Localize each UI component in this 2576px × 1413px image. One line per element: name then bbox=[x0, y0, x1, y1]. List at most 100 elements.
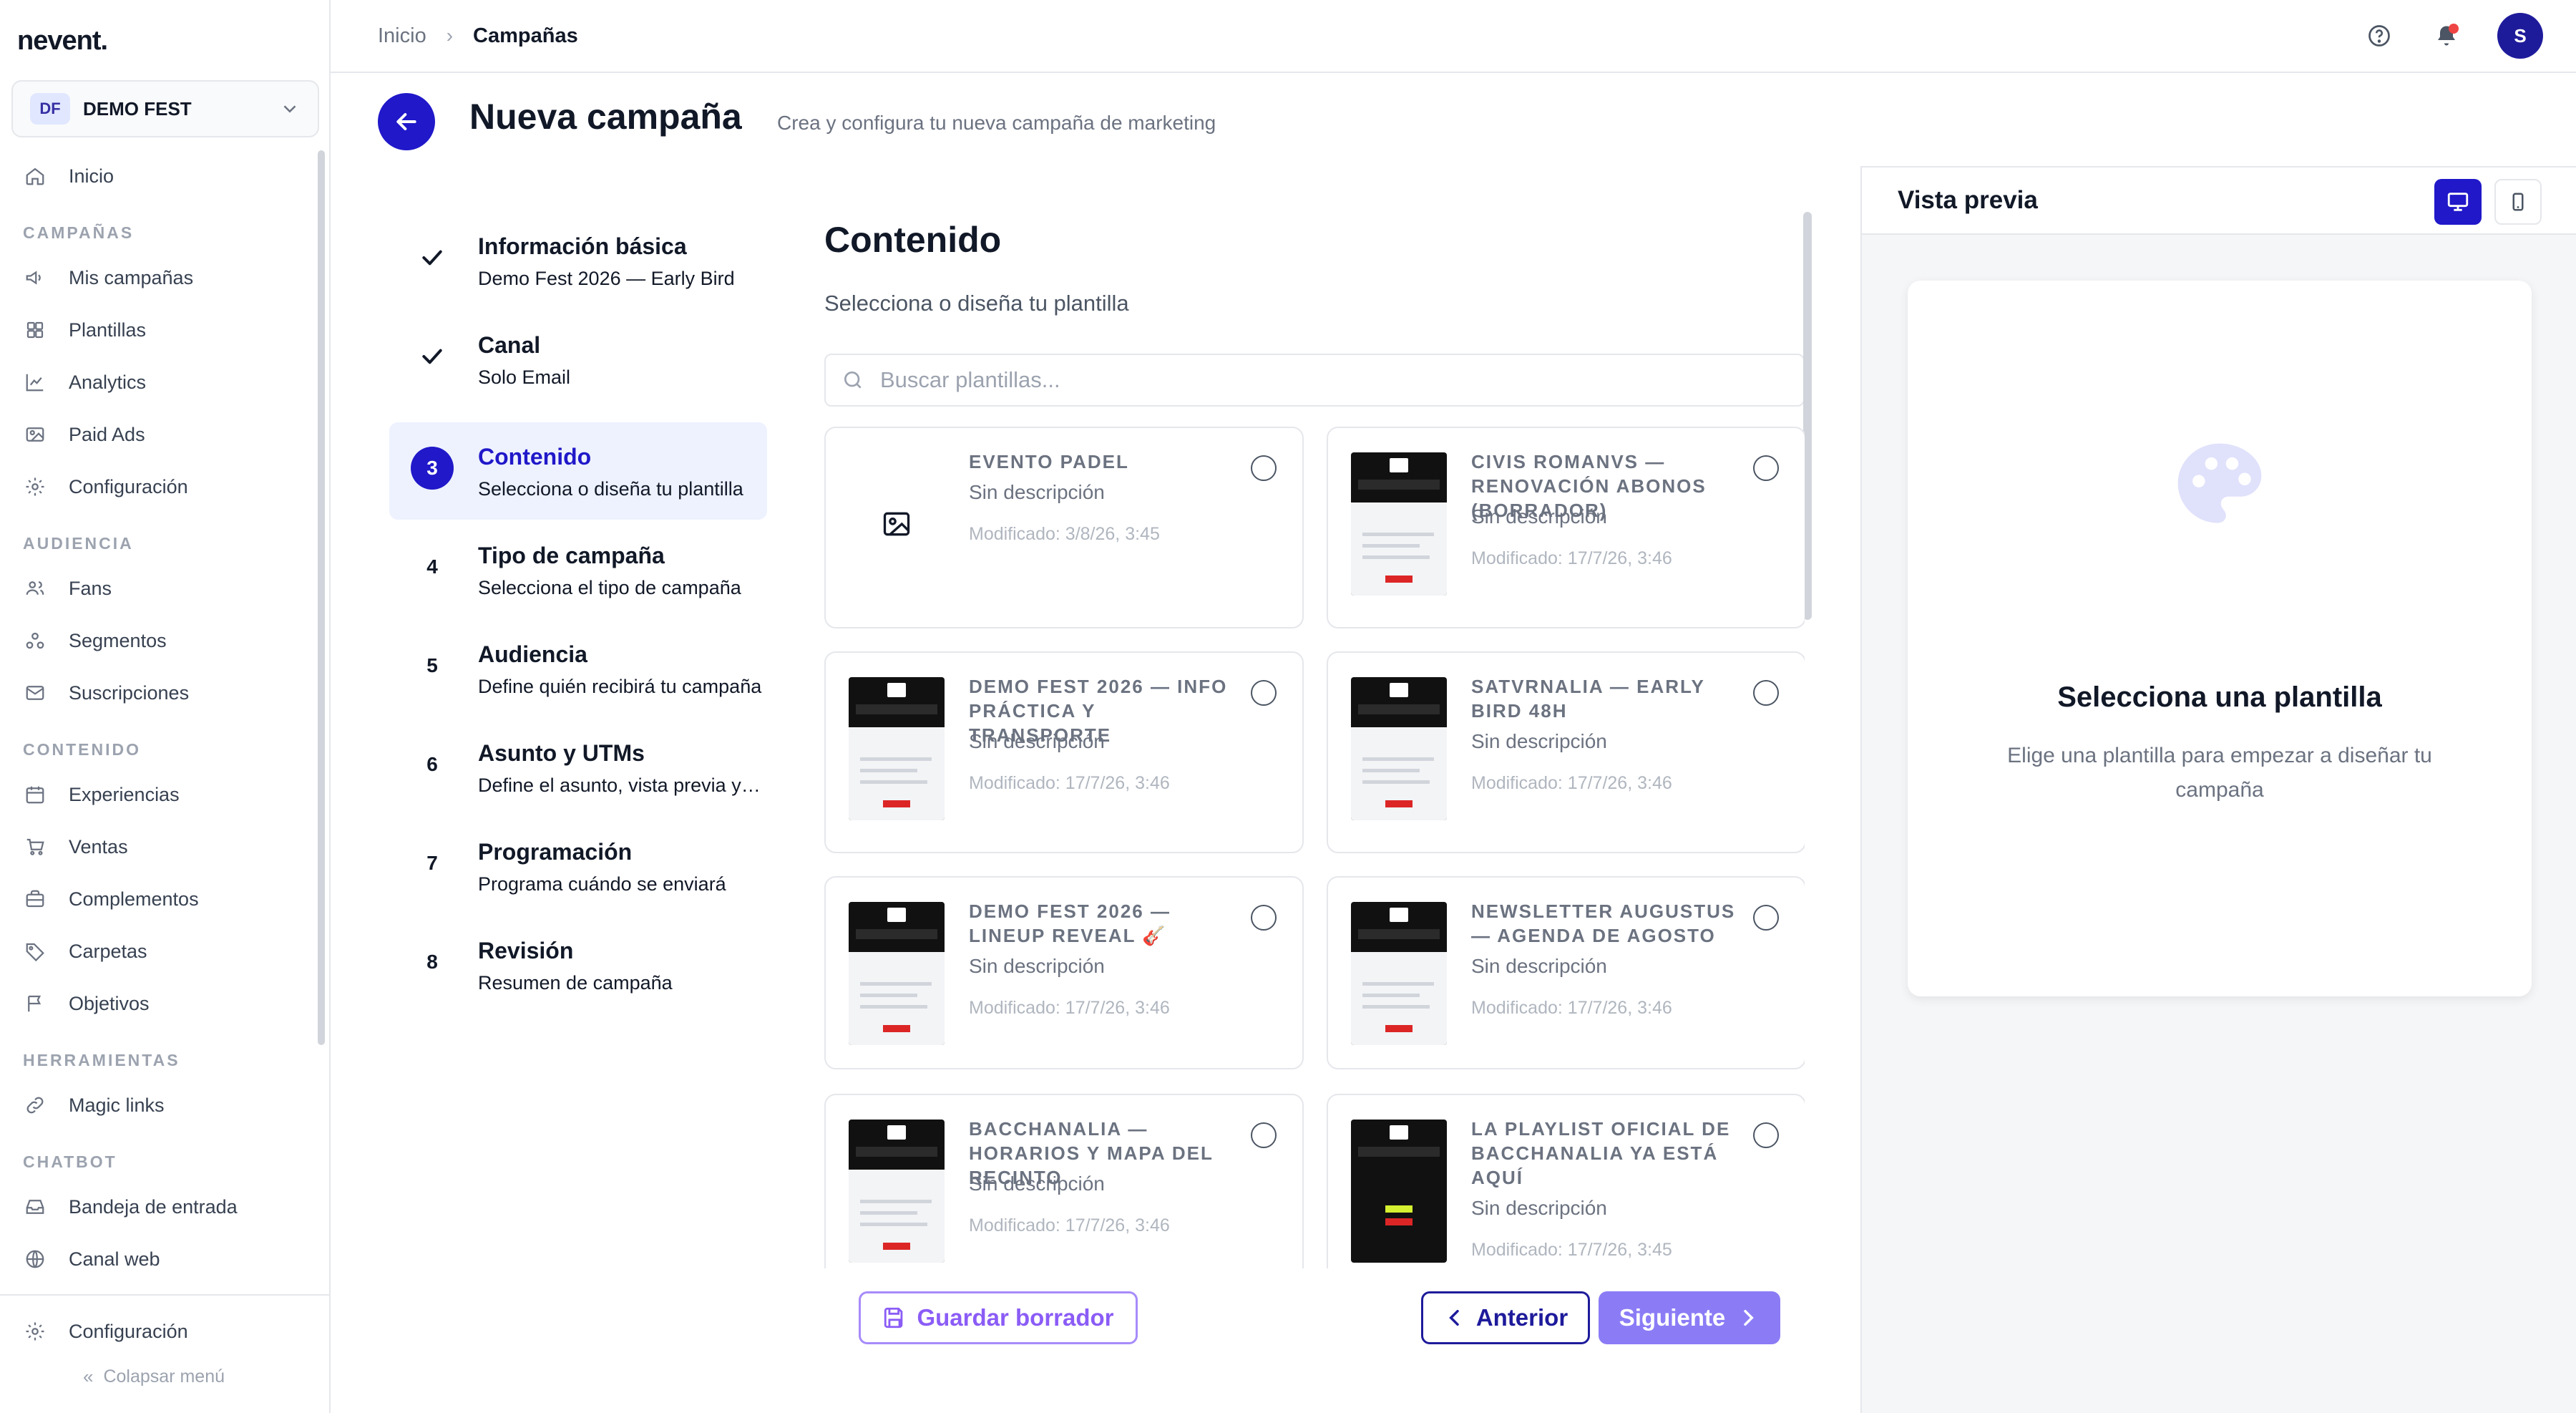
wizard-step[interactable]: 6 Asunto y UTMs Define el asunto, vista pr… bbox=[389, 719, 767, 816]
step-subtitle: Define quién recibirá tu campaña bbox=[478, 676, 762, 697]
sidebar-item-magic-links[interactable]: Magic links bbox=[23, 1085, 309, 1125]
template-card[interactable]: DEMO FEST 2026 — INFO PRÁCTICA Y TRANSPO… bbox=[824, 651, 1304, 853]
wizard-step[interactable]: 5 Audiencia Define quién recibirá tu campa… bbox=[389, 620, 767, 717]
previous-button[interactable]: Anterior bbox=[1421, 1291, 1590, 1344]
sidebar-item-objetivos[interactable]: Objetivos bbox=[23, 984, 309, 1024]
sidebar-item-carpetas[interactable]: Carpetas bbox=[23, 931, 309, 971]
template-card[interactable]: CIVIS ROMANVS — RENOVACIÓN ABONOS (BORRA… bbox=[1327, 427, 1805, 628]
globe-icon bbox=[23, 1247, 47, 1271]
template-description: Sin descripción bbox=[1471, 955, 1607, 977]
sidebar-item-plantillas[interactable]: Plantillas bbox=[23, 310, 309, 350]
wizard-step[interactable]: 7 Programación Programa cuándo se enviará bbox=[389, 817, 767, 915]
breadcrumb-current: Campañas bbox=[473, 24, 578, 47]
template-card[interactable]: BACCHANALIA — HORARIOS Y MAPA DEL RECINT… bbox=[824, 1094, 1304, 1268]
template-select-radio[interactable] bbox=[1251, 455, 1277, 481]
template-select-radio[interactable] bbox=[1753, 905, 1779, 931]
template-modified-date: Modificado: 3/8/26, 3:45 bbox=[969, 524, 1160, 544]
step-subtitle: Selecciona o diseña tu plantilla bbox=[478, 478, 743, 500]
sidebar-item-label: Complementos bbox=[69, 888, 199, 910]
mobile-preview-button[interactable] bbox=[2494, 179, 2542, 225]
sidebar-item-inicio[interactable]: Inicio bbox=[23, 156, 309, 196]
sidebar-item-canal-web[interactable]: Canal web bbox=[23, 1239, 309, 1279]
template-title: NEWSLETTER AUGUSTUS — AGENDA DE AGOSTO bbox=[1471, 900, 1736, 946]
save-draft-button[interactable]: Guardar borrador bbox=[859, 1291, 1138, 1344]
step-subtitle: Demo Fest 2026 — Early Bird bbox=[478, 268, 735, 289]
template-thumbnail bbox=[1351, 452, 1447, 596]
previous-label: Anterior bbox=[1475, 1304, 1568, 1331]
next-button[interactable]: Siguiente bbox=[1599, 1291, 1780, 1344]
wizard-step[interactable]: Canal Solo Email bbox=[389, 311, 767, 408]
template-select-radio[interactable] bbox=[1753, 455, 1779, 481]
topbar: Inicio › Campañas S bbox=[331, 0, 2576, 73]
search-icon bbox=[844, 372, 862, 389]
sidebar-item-label: Paid Ads bbox=[69, 423, 145, 445]
notification-dot bbox=[2449, 24, 2459, 34]
help-icon bbox=[2368, 25, 2390, 47]
org-switcher[interactable]: DF DEMO FEST bbox=[11, 80, 319, 137]
sidebar-item-fans[interactable]: Fans bbox=[23, 568, 309, 608]
sidebar-scrollbar[interactable] bbox=[318, 150, 325, 1045]
sidebar-item-label: Plantillas bbox=[69, 319, 147, 341]
search-input[interactable] bbox=[880, 367, 1739, 393]
sidebar-item-label: Configuración bbox=[69, 1320, 188, 1342]
sidebar-item-label: Carpetas bbox=[69, 940, 147, 962]
template-select-radio[interactable] bbox=[1251, 905, 1277, 931]
template-card[interactable]: SATVRNALIA — EARLY BIRD 48H Sin descripci… bbox=[1327, 651, 1805, 853]
line-chart-icon bbox=[23, 370, 47, 394]
sidebar-item-ventas[interactable]: Ventas bbox=[23, 827, 309, 867]
template-card[interactable]: NEWSLETTER AUGUSTUS — AGENDA DE AGOSTO Si… bbox=[1327, 876, 1805, 1069]
sidebar-item-label: Bandeja de entrada bbox=[69, 1195, 238, 1218]
sidebar-item-bandeja[interactable]: Bandeja de entrada bbox=[23, 1187, 309, 1227]
template-modified-date: Modificado: 17/7/26, 3:46 bbox=[969, 773, 1170, 793]
desktop-preview-button[interactable] bbox=[2434, 179, 2482, 225]
sidebar-item-label: Ventas bbox=[69, 835, 128, 858]
step-title: Información básica bbox=[478, 233, 687, 259]
breadcrumb-home[interactable]: Inicio bbox=[378, 24, 426, 48]
wizard-step[interactable]: Información básica Demo Fest 2026 — Early… bbox=[389, 212, 767, 309]
template-description: Sin descripción bbox=[969, 955, 1105, 977]
wizard-step[interactable]: 8 Revisión Resumen de campaña bbox=[389, 916, 767, 1014]
sidebar-section-audiencia: AUDIENCIA bbox=[23, 534, 134, 553]
collapse-menu-button[interactable]: « Colapsar menú bbox=[83, 1366, 225, 1388]
template-select-radio[interactable] bbox=[1251, 1122, 1277, 1148]
collapse-menu-label: Colapsar menú bbox=[103, 1366, 225, 1387]
wizard-step[interactable]: 4 Tipo de campaña Selecciona el tipo de ca… bbox=[389, 521, 767, 618]
sidebar-item-label: Segmentos bbox=[69, 629, 167, 651]
template-card[interactable]: EVENTO PADEL Sin descripción Modificado: 3… bbox=[824, 427, 1304, 628]
sidebar-item-mis-campanas[interactable]: Mis campañas bbox=[23, 258, 309, 298]
sidebar-item-complementos[interactable]: Complementos bbox=[23, 879, 309, 919]
sidebar-item-segmentos[interactable]: Segmentos bbox=[23, 621, 309, 661]
step-number: 4 bbox=[426, 555, 438, 578]
template-modified-date: Modificado: 17/7/26, 3:46 bbox=[1471, 998, 1672, 1018]
template-description: Sin descripción bbox=[969, 481, 1105, 503]
template-card[interactable]: LA PLAYLIST OFICIAL DE BACCHANALIA YA ES… bbox=[1327, 1094, 1805, 1268]
step-subtitle: Resumen de campaña bbox=[478, 972, 673, 994]
sidebar: nevent. DF DEMO FEST Inicio CAMPAÑAS Mis… bbox=[0, 0, 331, 1413]
template-select-radio[interactable] bbox=[1251, 680, 1277, 706]
avatar[interactable]: S bbox=[2497, 13, 2543, 59]
template-select-radio[interactable] bbox=[1753, 1122, 1779, 1148]
gear-icon bbox=[23, 475, 47, 499]
sidebar-item-analytics[interactable]: Analytics bbox=[23, 362, 309, 402]
sidebar-item-configuracion[interactable]: Configuración bbox=[23, 1311, 309, 1351]
sidebar-item-configuracion-campanas[interactable]: Configuración bbox=[23, 467, 309, 507]
template-card[interactable]: DEMO FEST 2026 — LINEUP REVEAL 🎸 Sin desc… bbox=[824, 876, 1304, 1069]
back-button[interactable] bbox=[378, 93, 435, 150]
help-button[interactable] bbox=[2363, 19, 2396, 52]
next-label: Siguiente bbox=[1619, 1304, 1726, 1331]
sidebar-item-experiencias[interactable]: Experiencias bbox=[23, 775, 309, 815]
org-name: DEMO FEST bbox=[83, 97, 192, 120]
notifications-button[interactable] bbox=[2430, 19, 2463, 52]
image-icon bbox=[23, 422, 47, 447]
app-logo[interactable]: nevent. bbox=[17, 26, 108, 57]
sidebar-section-herramientas: HERRAMIENTAS bbox=[23, 1051, 180, 1069]
sidebar-item-label: Canal web bbox=[69, 1248, 160, 1270]
sidebar-item-suscripciones[interactable]: Suscripciones bbox=[23, 673, 309, 713]
preview-empty-subtitle: Elige una plantilla para empezar a diseñ… bbox=[2007, 744, 2432, 802]
template-select-radio[interactable] bbox=[1753, 680, 1779, 706]
sidebar-item-paid-ads[interactable]: Paid Ads bbox=[23, 414, 309, 455]
step-title: Contenido bbox=[478, 444, 592, 470]
template-thumbnail bbox=[849, 1120, 945, 1263]
step-title: Revisión bbox=[478, 938, 574, 963]
wizard-step[interactable]: 3 Contenido Selecciona o diseña tu plantil… bbox=[389, 422, 767, 520]
